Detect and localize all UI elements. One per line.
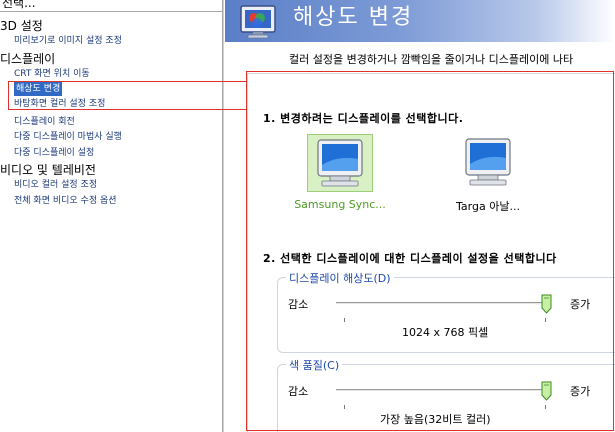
tree-item-label: 다중 디스플레이 마법사 실행	[14, 132, 122, 142]
tree-item-label: 비디오 및 텔레비전	[0, 163, 96, 177]
tree-item-label: 비디오 컬러 설정 조정	[14, 180, 98, 190]
tree-item-label: 해상도 변경	[16, 84, 61, 94]
tree-item-preview-image[interactable]: 미리보기로 이미지 설정 조정	[14, 34, 122, 48]
resolution-low-label: 감소	[288, 298, 309, 311]
resolution-group: 디스플레이 해상도(D) 감소 증가 1024 x 768 픽셀	[277, 270, 615, 353]
tree-item-video-color[interactable]: 비디오 컬러 설정 조정	[14, 178, 97, 192]
page-title: 해상도 변경	[293, 5, 414, 30]
content-panel: 해상도 변경 컬러 설정을 변경하거나 깜빡임을 줄이거나 디스플레이에 나타 …	[225, 0, 615, 432]
tree-item-label: CRT 화면 위치 이동	[14, 69, 90, 79]
display-card-targa[interactable]: Targa 아날...	[433, 134, 543, 214]
color-quality-legend: 색 품질(C)	[286, 357, 343, 373]
page-description: 컬러 설정을 변경하거나 깜빡임을 줄이거나 디스플레이에 나타	[289, 53, 574, 66]
tree-title: 선택...	[0, 0, 222, 12]
slider-tick	[344, 318, 345, 322]
tree-item-label: 3D 설정	[0, 19, 43, 33]
resolution-value: 1024 x 768 픽셀	[402, 326, 489, 339]
display-highlight	[455, 134, 521, 192]
color-quality-low-label: 감소	[288, 385, 309, 398]
slider-tick	[545, 318, 546, 322]
display-properties-icon	[240, 5, 276, 39]
tree-category-video-tv[interactable]: 비디오 및 텔레비전	[0, 163, 96, 177]
display-card-samsung[interactable]: Samsung Sync...	[285, 134, 395, 211]
tree-item-multi-display-setup[interactable]: 다중 디스플레이 설정	[14, 146, 94, 160]
tree-item-rotate-display[interactable]: 디스플레이 회전	[14, 115, 75, 129]
tree-item-desktop-color[interactable]: 바탕화면 컬러 설정 조정	[14, 97, 105, 111]
tree-item-label: 바탕화면 컬러 설정 조정	[14, 99, 106, 109]
slider-thumb-icon[interactable]	[541, 294, 552, 314]
task-tree-panel: 선택... 3D 설정 미리보기로 이미지 설정 조정 디스플레이 CRT 화면…	[0, 0, 222, 432]
tree-item-label: 미리보기로 이미지 설정 조정	[14, 36, 122, 46]
crt-monitor-icon	[317, 139, 363, 187]
resolution-high-label: 증가	[570, 298, 591, 311]
tree-item-label: 전체 화면 비디오 수정 옵션	[14, 196, 117, 206]
color-quality-high-label: 증가	[570, 385, 591, 398]
step1-heading: 1. 변경하려는 디스플레이를 선택합니다.	[263, 112, 464, 125]
slider-thumb-icon[interactable]	[541, 381, 552, 401]
tree-item-label: 다중 디스플레이 설정	[14, 148, 95, 158]
display-label: Samsung Sync...	[294, 198, 386, 211]
color-quality-slider-track[interactable]	[336, 389, 546, 392]
slider-tick	[344, 405, 345, 409]
tree-item-label: 디스플레이 회전	[14, 117, 75, 127]
display-highlight	[307, 134, 373, 192]
display-label: Targa 아날...	[456, 200, 520, 213]
tree-category-display[interactable]: 디스플레이	[0, 52, 55, 66]
color-quality-group: 색 품질(C) 감소 증가 가장 높음(32비트 컬러)	[277, 357, 615, 432]
page-header: 해상도 변경	[225, 0, 615, 42]
crt-monitor-icon	[465, 138, 511, 186]
tree-item-crt-position[interactable]: CRT 화면 위치 이동	[14, 67, 90, 81]
tree-item-multi-display-wizard[interactable]: 다중 디스플레이 마법사 실행	[14, 130, 122, 144]
tree-item-label: 디스플레이	[0, 52, 56, 66]
step2-heading: 2. 선택한 디스플레이에 대한 디스플레이 설정을 선택합니다	[263, 252, 557, 265]
tree-item-change-resolution[interactable]: 해상도 변경	[14, 82, 63, 96]
resolution-slider-track[interactable]	[336, 302, 546, 305]
tree-category-3d[interactable]: 3D 설정	[0, 19, 43, 33]
resolution-legend: 디스플레이 해상도(D)	[286, 270, 394, 286]
slider-tick	[545, 405, 546, 409]
tree-item-fullscreen-video[interactable]: 전체 화면 비디오 수정 옵션	[14, 194, 117, 208]
color-quality-value: 가장 높음(32비트 컬러)	[380, 413, 491, 426]
